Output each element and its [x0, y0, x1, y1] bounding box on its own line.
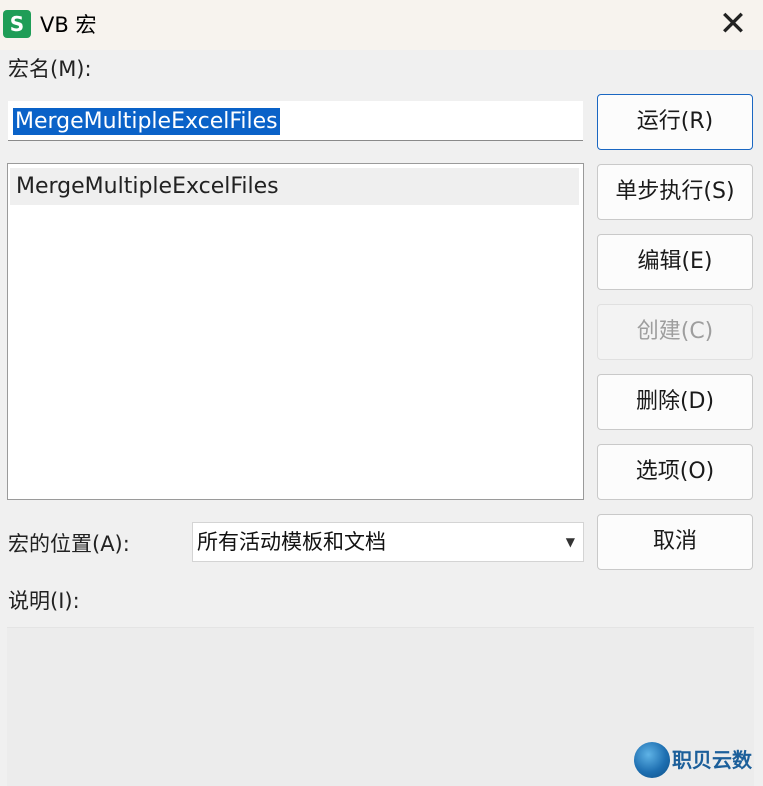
cancel-button[interactable]: 取消 [597, 514, 753, 570]
macro-location-label: 宏的位置(A): [8, 532, 130, 556]
delete-button[interactable]: 删除(D) [597, 374, 753, 430]
macro-name-input[interactable]: MergeMultipleExcelFiles [8, 101, 583, 141]
macro-location-select[interactable]: 所有活动模板和文档 ▼ [192, 522, 584, 562]
macro-listbox[interactable]: MergeMultipleExcelFiles [7, 163, 584, 500]
create-button: 创建(C) [597, 304, 753, 360]
edit-button[interactable]: 编辑(E) [597, 234, 753, 290]
close-icon: ✕ [718, 4, 748, 44]
options-button[interactable]: 选项(O) [597, 444, 753, 500]
app-icon: S [3, 10, 31, 38]
step-into-button[interactable]: 单步执行(S) [597, 164, 753, 220]
watermark-text: 职贝云数 [672, 748, 752, 772]
macro-name-label: 宏名(M): [8, 57, 92, 81]
dropdown-arrow-icon: ▼ [565, 535, 575, 549]
description-label: 说明(I): [8, 589, 80, 613]
list-item[interactable]: MergeMultipleExcelFiles [10, 168, 579, 205]
window-title: VB 宏 [40, 13, 97, 37]
macro-name-value: MergeMultipleExcelFiles [13, 108, 280, 135]
close-button[interactable]: ✕ [703, 0, 763, 50]
macro-location-value: 所有活动模板和文档 [197, 530, 386, 554]
title-bar: S VB 宏 ✕ [0, 0, 763, 50]
run-button[interactable]: 运行(R) [597, 94, 753, 150]
watermark-logo-icon [634, 742, 670, 778]
